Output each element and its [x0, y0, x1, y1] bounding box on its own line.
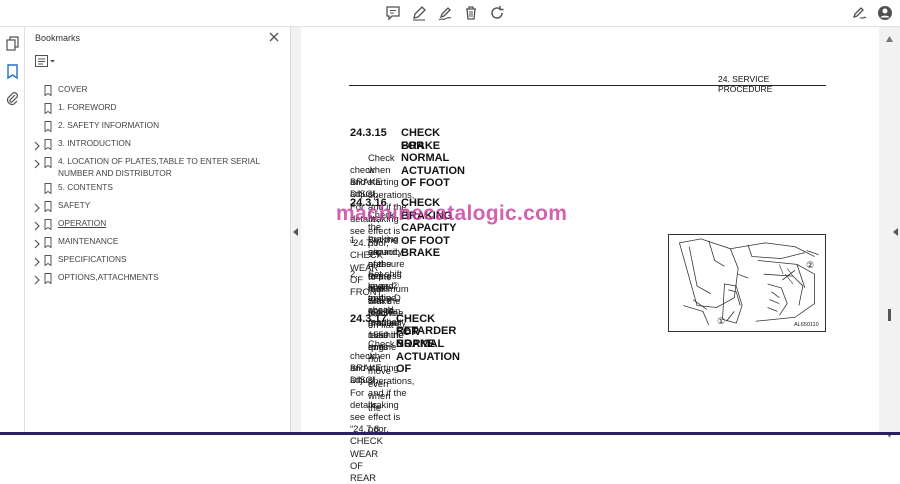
- bookmark-label: 2. SAFETY INFORMATION: [58, 120, 160, 130]
- bookmark-item-location-of-plates[interactable]: 4. LOCATION OF PLATES,TABLE TO ENTER SER…: [25, 155, 291, 183]
- bookmark-item-operation[interactable]: OPERATION: [25, 217, 291, 233]
- bookmark-icon: [44, 217, 52, 231]
- bookmark-item-foreword[interactable]: 1. FOREWORD: [25, 101, 291, 117]
- bookmark-icon: [44, 101, 52, 115]
- scroll-thumb[interactable]: [888, 309, 891, 321]
- scroll-down-icon[interactable]: [886, 425, 893, 438]
- bookmark-icon: [44, 199, 52, 213]
- bookmark-label: MAINTENANCE: [58, 236, 119, 246]
- collapse-panel-icon[interactable]: [293, 223, 299, 236]
- bookmark-icon: [44, 137, 52, 151]
- bookmark-item-safety-information[interactable]: 2. SAFETY INFORMATION: [25, 119, 291, 135]
- delete-icon[interactable]: [463, 5, 479, 21]
- bookmark-item-cover[interactable]: COVER: [25, 83, 291, 99]
- page-header: 24. SERVICE PROCEDURE: [718, 74, 773, 94]
- close-icon[interactable]: [267, 30, 281, 44]
- bookmark-label: SAFETY: [58, 200, 91, 210]
- left-rail: [0, 27, 25, 433]
- bookmark-item-specifications[interactable]: SPECIFICATIONS: [25, 253, 291, 269]
- section-title-line: BRAKE: [401, 140, 441, 152]
- bookmark-icon: [44, 119, 52, 133]
- bookmark-icon: [44, 235, 52, 249]
- chevron-right-icon[interactable]: [33, 254, 41, 267]
- bookmark-item-maintenance[interactable]: MAINTENANCE: [25, 235, 291, 251]
- bookmark-item-introduction[interactable]: 3. INTRODUCTION: [25, 137, 291, 153]
- chevron-right-icon[interactable]: [33, 236, 41, 249]
- bookmark-label: 5. CONTENTS: [58, 182, 113, 192]
- brake-figure: ② ①: [668, 234, 826, 332]
- highlight-pen-icon[interactable]: [411, 5, 427, 21]
- account-icon[interactable]: [877, 5, 893, 21]
- chevron-right-icon[interactable]: [33, 156, 41, 169]
- vertical-scrollbar[interactable]: [879, 27, 900, 438]
- chevron-right-icon[interactable]: [33, 218, 41, 231]
- callout-1: ①: [717, 316, 726, 326]
- bookmark-options-icon[interactable]: [35, 55, 57, 68]
- bookmarks-panel: Bookmarks COVER 1. FOREWORD 2. SAFETY IN…: [25, 27, 291, 433]
- step-number: 1.: [350, 234, 358, 245]
- panel-resize-gutter[interactable]: [291, 27, 301, 433]
- bookmark-label: COVER: [58, 84, 88, 94]
- bookmark-label: 3. INTRODUCTION: [58, 138, 131, 148]
- expand-panel-icon[interactable]: [892, 223, 898, 236]
- section-number: 24.3.15: [350, 127, 387, 139]
- figure-caption: AL650110: [794, 322, 819, 328]
- attachments-icon[interactable]: [5, 91, 20, 106]
- header-rule: [349, 85, 826, 86]
- watermark: machinecatalogic.com: [336, 202, 568, 225]
- comment-icon[interactable]: [385, 5, 401, 21]
- cab-illustration: [678, 238, 819, 326]
- pages-icon[interactable]: [5, 36, 20, 51]
- bookmark-item-contents[interactable]: 5. CONTENTS: [25, 181, 291, 197]
- bookmark-label: OPERATION: [58, 218, 107, 228]
- bookmark-icon: [44, 155, 52, 169]
- bookmark-label: 1. FOREWORD: [58, 102, 117, 112]
- draw-icon[interactable]: [437, 5, 453, 21]
- bookmark-item-safety[interactable]: SAFETY: [25, 199, 291, 215]
- section-number: 24.3.17: [350, 313, 387, 325]
- panel-title: Bookmarks: [35, 33, 81, 43]
- step-number: 2.: [350, 268, 358, 279]
- bookmark-label: OPTIONS,ATTACHMENTS: [58, 272, 159, 282]
- bookmark-icon: [44, 253, 52, 267]
- bookmark-item-options-attachments[interactable]: OPTIONS,ATTACHMENTS: [25, 271, 291, 287]
- scroll-up-icon[interactable]: [886, 29, 893, 42]
- chevron-right-icon[interactable]: [33, 200, 41, 213]
- callout-2: ②: [806, 260, 815, 270]
- bookmark-icon: [44, 83, 52, 97]
- chevron-right-icon[interactable]: [33, 272, 41, 285]
- bookmark-icon: [44, 181, 52, 195]
- rotate-icon[interactable]: [489, 5, 505, 21]
- top-toolbar: [0, 0, 900, 27]
- body-line: BRAKE DISC”.: [350, 362, 382, 386]
- bookmark-label: 4. LOCATION OF PLATES,TABLE TO ENTER SER…: [58, 156, 260, 178]
- bookmark-icon: [44, 271, 52, 285]
- bookmarks-icon[interactable]: [5, 64, 20, 79]
- sign-icon[interactable]: [851, 5, 867, 21]
- chevron-right-icon[interactable]: [33, 138, 41, 151]
- bookmark-label: SPECIFICATIONS: [58, 254, 127, 264]
